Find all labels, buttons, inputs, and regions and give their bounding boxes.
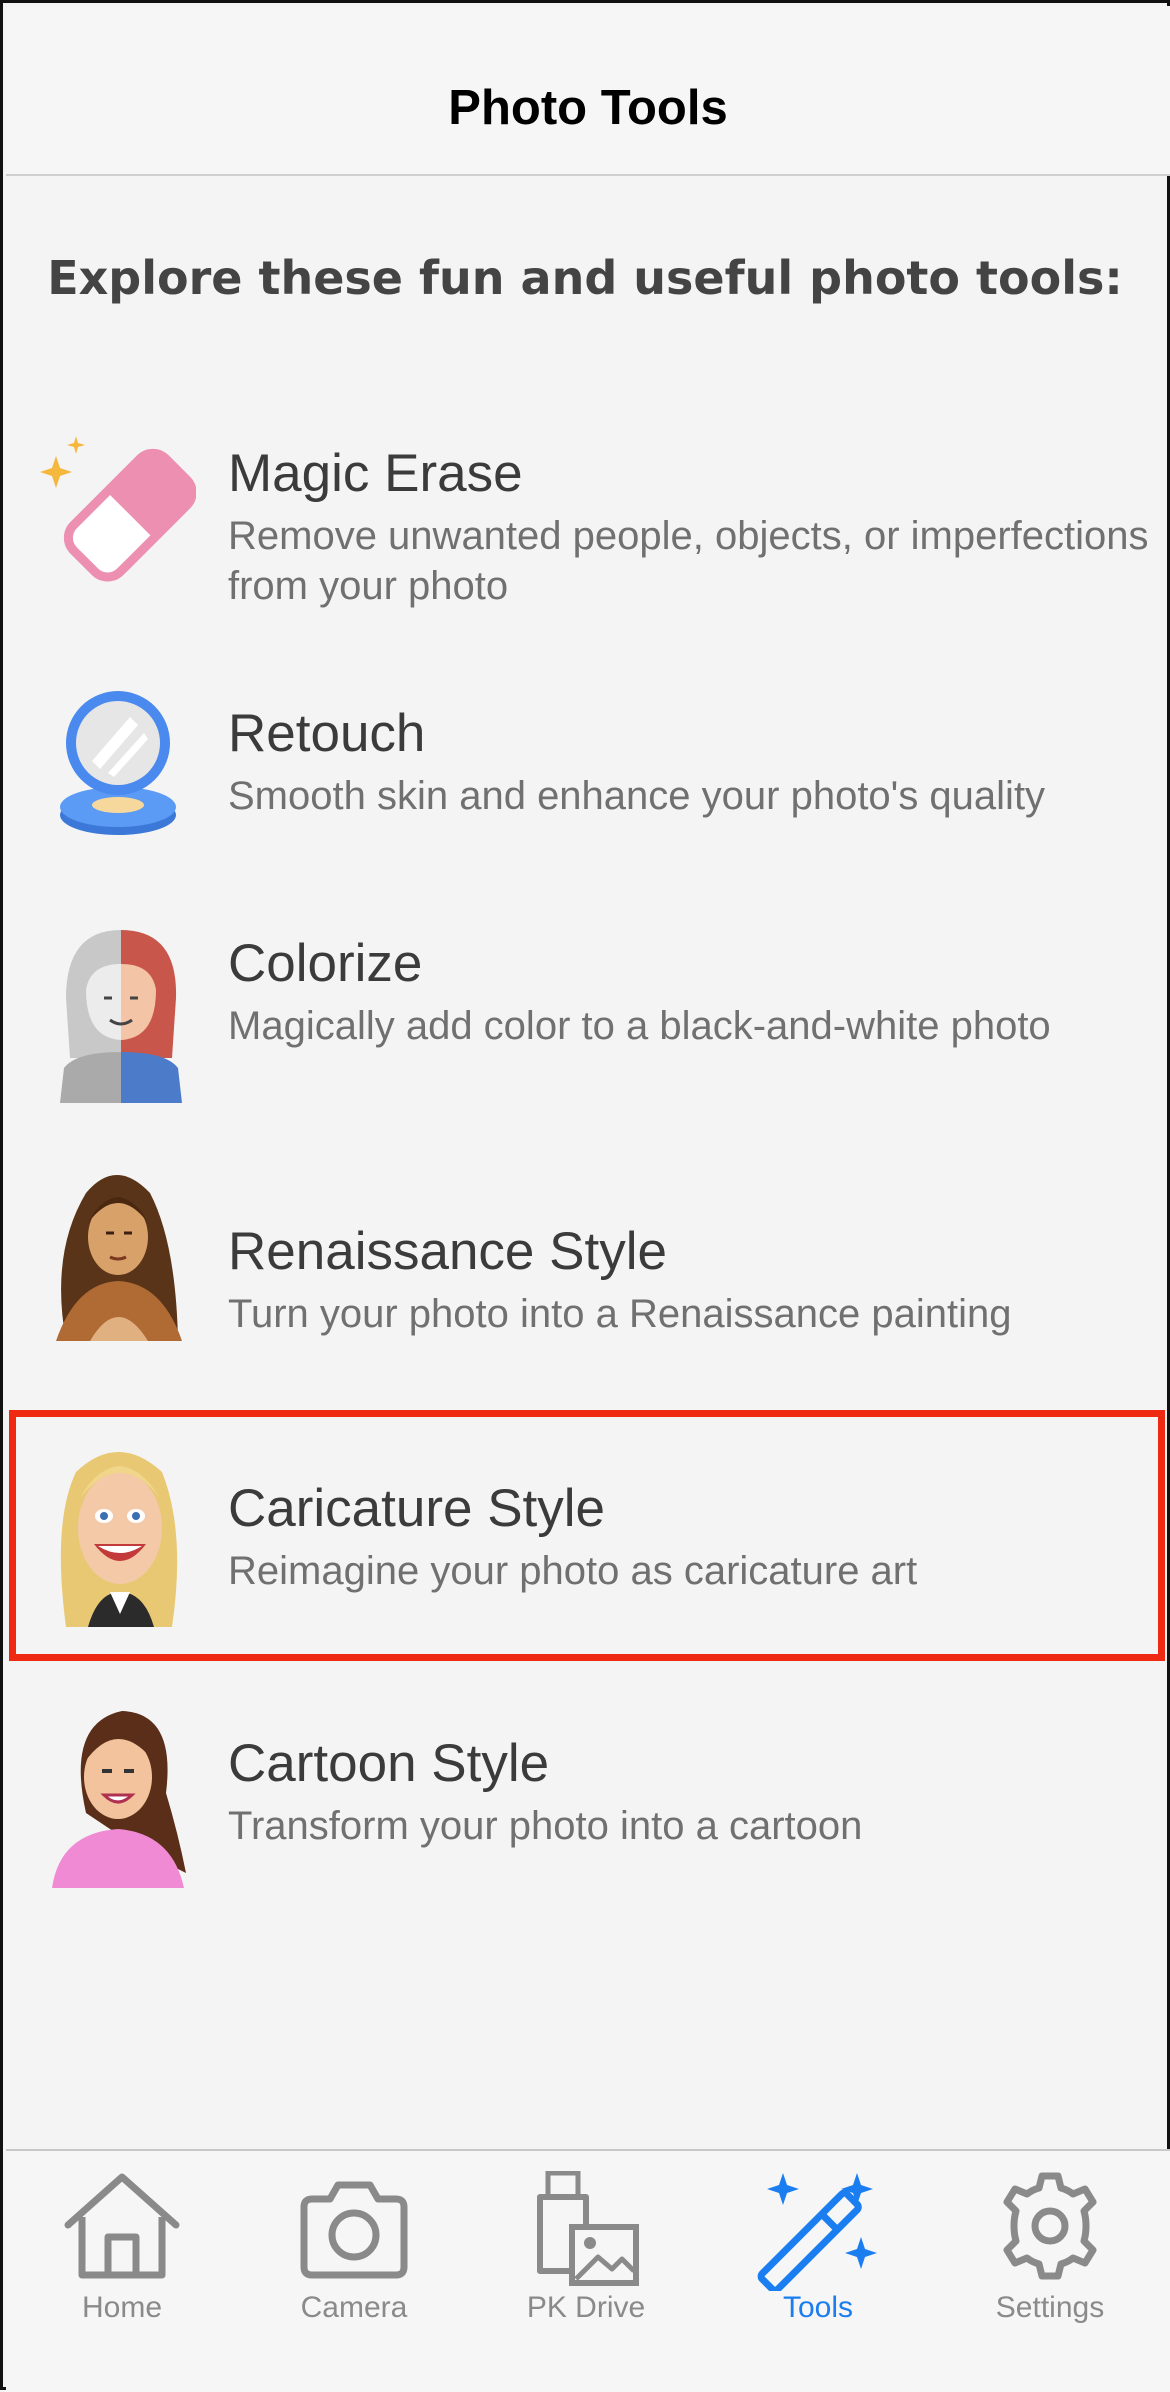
page-title: Photo Tools [448, 81, 728, 135]
tab-pk-drive[interactable]: PK Drive [470, 2151, 702, 2392]
tool-description: Turn your photo into a Renaissance paint… [228, 1292, 1012, 1336]
tool-description: Transform your photo into a cartoon [228, 1804, 863, 1848]
tab-label: Settings [995, 2291, 1105, 2324]
tab-label: Camera [300, 2291, 408, 2324]
colorize-portrait-icon [26, 928, 196, 1103]
tool-description: Remove unwanted people, objects, or impe… [228, 514, 1149, 608]
tab-tools[interactable]: Tools [702, 2151, 934, 2392]
tool-magic-erase[interactable]: Magic Erase Remove unwanted people, obje… [6, 403, 1170, 608]
tab-label: Home [81, 2291, 163, 2324]
cartoon-portrait-icon [26, 1703, 196, 1888]
selection-highlight [9, 1410, 1165, 1661]
gear-icon [1003, 2172, 1097, 2280]
tool-description: Magically add color to a black-and-white… [228, 1004, 1051, 1048]
tool-title: Cartoon Style [228, 1734, 550, 1793]
magic-wand-icon [757, 2173, 877, 2291]
intro-heading: Explore these fun and useful photo tools… [47, 251, 1123, 305]
renaissance-portrait-icon [26, 1163, 196, 1341]
compact-mirror-icon [26, 683, 196, 848]
tool-title: Renaissance Style [228, 1222, 667, 1281]
tab-label: PK Drive [526, 2291, 646, 2324]
tool-description: Smooth skin and enhance your photo's qua… [228, 774, 1046, 818]
drive-icon [537, 2171, 639, 2286]
tool-title: Retouch [228, 704, 426, 763]
tool-retouch[interactable]: Retouch Smooth skin and enhance your pho… [6, 663, 1170, 863]
camera-icon [300, 2181, 408, 2279]
tool-title: Magic Erase [228, 444, 523, 503]
eraser-icon [26, 428, 197, 593]
tab-home[interactable]: Home [6, 2151, 238, 2392]
tab-bar: Home Camera PK Drive Tools Settings [6, 2149, 1170, 2392]
tab-camera[interactable]: Camera [238, 2151, 470, 2392]
navigation-bar: Photo Tools [6, 6, 1170, 176]
tool-title: Colorize [228, 934, 423, 993]
tab-settings[interactable]: Settings [934, 2151, 1166, 2392]
tool-renaissance-style[interactable]: Renaissance Style Turn your photo into a… [6, 1153, 1170, 1353]
tool-cartoon-style[interactable]: Cartoon Style Transform your photo into … [6, 1693, 1170, 1893]
app-screen: Photo Tools Explore these fun and useful… [0, 0, 1170, 2392]
tab-label: Tools [782, 2291, 854, 2324]
tool-colorize[interactable]: Colorize Magically add color to a black-… [6, 893, 1170, 1113]
home-icon [64, 2173, 180, 2279]
